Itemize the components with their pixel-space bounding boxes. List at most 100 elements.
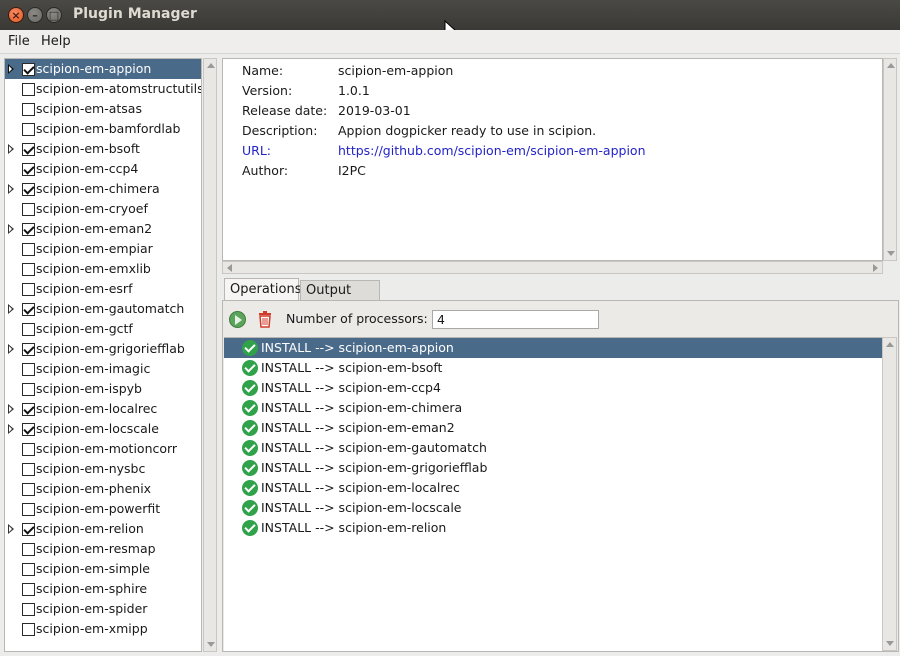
- processors-input[interactable]: [432, 310, 599, 329]
- expand-triangle-icon[interactable]: [8, 424, 14, 434]
- plugin-checkbox[interactable]: [22, 603, 35, 616]
- plugin-tree-item[interactable]: scipion-em-gautomatch: [5, 299, 201, 319]
- plugin-checkbox[interactable]: [22, 283, 35, 296]
- plugin-checkbox[interactable]: [22, 463, 35, 476]
- plugin-checkbox[interactable]: [22, 63, 35, 76]
- details-horizontal-scrollbar[interactable]: [222, 261, 883, 274]
- scroll-up-icon[interactable]: [886, 342, 894, 347]
- close-window-button[interactable]: ×: [8, 7, 24, 23]
- tab-operations[interactable]: Operations: [224, 278, 301, 300]
- plugin-tree-item[interactable]: scipion-em-bamfordlab: [5, 119, 201, 139]
- plugin-checkbox[interactable]: [22, 163, 35, 176]
- scroll-left-icon[interactable]: [227, 264, 232, 272]
- plugin-tree-item[interactable]: scipion-em-sphire: [5, 579, 201, 599]
- plugin-checkbox[interactable]: [22, 583, 35, 596]
- expand-triangle-icon[interactable]: [8, 224, 14, 234]
- scroll-down-icon[interactable]: [207, 642, 215, 647]
- expand-triangle-icon[interactable]: [8, 344, 14, 354]
- plugin-checkbox[interactable]: [22, 143, 35, 156]
- scroll-right-icon[interactable]: [873, 264, 878, 272]
- scroll-down-icon[interactable]: [886, 641, 894, 646]
- plugin-tree-item[interactable]: scipion-em-appion: [5, 59, 201, 79]
- maximize-window-button[interactable]: □: [46, 7, 62, 23]
- operations-scrollbar[interactable]: [882, 337, 897, 651]
- plugin-checkbox[interactable]: [22, 403, 35, 416]
- expand-triangle-icon[interactable]: [8, 144, 14, 154]
- operation-row[interactable]: INSTALL --> scipion-em-grigoriefflab: [224, 458, 882, 478]
- plugin-checkbox[interactable]: [22, 443, 35, 456]
- plugin-checkbox[interactable]: [22, 123, 35, 136]
- plugin-checkbox[interactable]: [22, 563, 35, 576]
- operation-row[interactable]: INSTALL --> scipion-em-eman2: [224, 418, 882, 438]
- plugin-tree-item[interactable]: scipion-em-atsas: [5, 99, 201, 119]
- plugin-checkbox[interactable]: [22, 423, 35, 436]
- details-vertical-scrollbar[interactable]: [883, 58, 897, 261]
- operation-row[interactable]: INSTALL --> scipion-em-chimera: [224, 398, 882, 418]
- plugin-tree-scrollbar[interactable]: [203, 58, 217, 652]
- scroll-down-icon[interactable]: [887, 251, 895, 256]
- plugin-tree-item[interactable]: scipion-em-grigoriefflab: [5, 339, 201, 359]
- plugin-checkbox[interactable]: [22, 83, 35, 96]
- expand-triangle-icon[interactable]: [8, 184, 14, 194]
- expand-triangle-icon[interactable]: [8, 304, 14, 314]
- plugin-checkbox[interactable]: [22, 323, 35, 336]
- operation-row[interactable]: INSTALL --> scipion-em-relion: [224, 518, 882, 538]
- plugin-tree-item[interactable]: scipion-em-resmap: [5, 539, 201, 559]
- plugin-tree-item[interactable]: scipion-em-xmipp: [5, 619, 201, 639]
- plugin-checkbox[interactable]: [22, 503, 35, 516]
- plugin-tree-item[interactable]: scipion-em-relion: [5, 519, 201, 539]
- tab-output-log[interactable]: Output Log: [300, 280, 380, 317]
- plugin-checkbox[interactable]: [22, 263, 35, 276]
- expand-triangle-icon[interactable]: [8, 404, 14, 414]
- menu-file[interactable]: File: [8, 34, 30, 49]
- operation-row[interactable]: INSTALL --> scipion-em-ccp4: [224, 378, 882, 398]
- plugin-tree-item[interactable]: scipion-em-nysbc: [5, 459, 201, 479]
- plugin-tree-item[interactable]: scipion-em-spider: [5, 599, 201, 619]
- scroll-up-icon[interactable]: [207, 63, 215, 68]
- operation-row[interactable]: INSTALL --> scipion-em-locscale: [224, 498, 882, 518]
- plugin-tree-item[interactable]: scipion-em-localrec: [5, 399, 201, 419]
- operation-row[interactable]: INSTALL --> scipion-em-appion: [224, 338, 882, 358]
- operation-row[interactable]: INSTALL --> scipion-em-gautomatch: [224, 438, 882, 458]
- plugin-checkbox[interactable]: [22, 543, 35, 556]
- plugin-tree[interactable]: scipion-em-appion scipion-em-atomstructut…: [4, 58, 202, 652]
- expand-triangle-icon[interactable]: [8, 64, 14, 74]
- minimize-window-button[interactable]: –: [27, 7, 43, 23]
- plugin-checkbox[interactable]: [22, 483, 35, 496]
- plugin-tree-item[interactable]: scipion-em-simple: [5, 559, 201, 579]
- plugin-tree-item[interactable]: scipion-em-empiar: [5, 239, 201, 259]
- delete-operation-icon[interactable]: [258, 311, 272, 328]
- plugin-tree-item[interactable]: scipion-em-ccp4: [5, 159, 201, 179]
- plugin-tree-item[interactable]: scipion-em-imagic: [5, 359, 201, 379]
- plugin-checkbox[interactable]: [22, 183, 35, 196]
- plugin-tree-item[interactable]: scipion-em-gctf: [5, 319, 201, 339]
- operations-list[interactable]: INSTALL --> scipion-em-appion INSTALL -->…: [224, 337, 882, 651]
- plugin-tree-item[interactable]: scipion-em-chimera: [5, 179, 201, 199]
- plugin-checkbox[interactable]: [22, 223, 35, 236]
- plugin-tree-item[interactable]: scipion-em-ispyb: [5, 379, 201, 399]
- menu-help[interactable]: Help: [41, 34, 71, 49]
- operation-row[interactable]: INSTALL --> scipion-em-localrec: [224, 478, 882, 498]
- plugin-tree-item[interactable]: scipion-em-esrf: [5, 279, 201, 299]
- plugin-checkbox[interactable]: [22, 343, 35, 356]
- run-operations-icon[interactable]: [229, 311, 246, 328]
- plugin-checkbox[interactable]: [22, 623, 35, 636]
- plugin-checkbox[interactable]: [22, 243, 35, 256]
- plugin-tree-item[interactable]: scipion-em-motioncorr: [5, 439, 201, 459]
- plugin-checkbox[interactable]: [22, 203, 35, 216]
- plugin-tree-item[interactable]: scipion-em-powerfit: [5, 499, 201, 519]
- operation-row[interactable]: INSTALL --> scipion-em-bsoft: [224, 358, 882, 378]
- plugin-checkbox[interactable]: [22, 383, 35, 396]
- detail-url-link[interactable]: https://github.com/scipion-em/scipion-em…: [338, 143, 646, 158]
- plugin-checkbox[interactable]: [22, 303, 35, 316]
- plugin-tree-item[interactable]: scipion-em-atomstructutils: [5, 79, 201, 99]
- scroll-up-icon[interactable]: [887, 63, 895, 68]
- plugin-tree-item[interactable]: scipion-em-emxlib: [5, 259, 201, 279]
- plugin-checkbox[interactable]: [22, 523, 35, 536]
- plugin-checkbox[interactable]: [22, 363, 35, 376]
- plugin-tree-item[interactable]: scipion-em-bsoft: [5, 139, 201, 159]
- plugin-tree-item[interactable]: scipion-em-cryoef: [5, 199, 201, 219]
- plugin-tree-item[interactable]: scipion-em-locscale: [5, 419, 201, 439]
- plugin-tree-item[interactable]: scipion-em-eman2: [5, 219, 201, 239]
- plugin-checkbox[interactable]: [22, 103, 35, 116]
